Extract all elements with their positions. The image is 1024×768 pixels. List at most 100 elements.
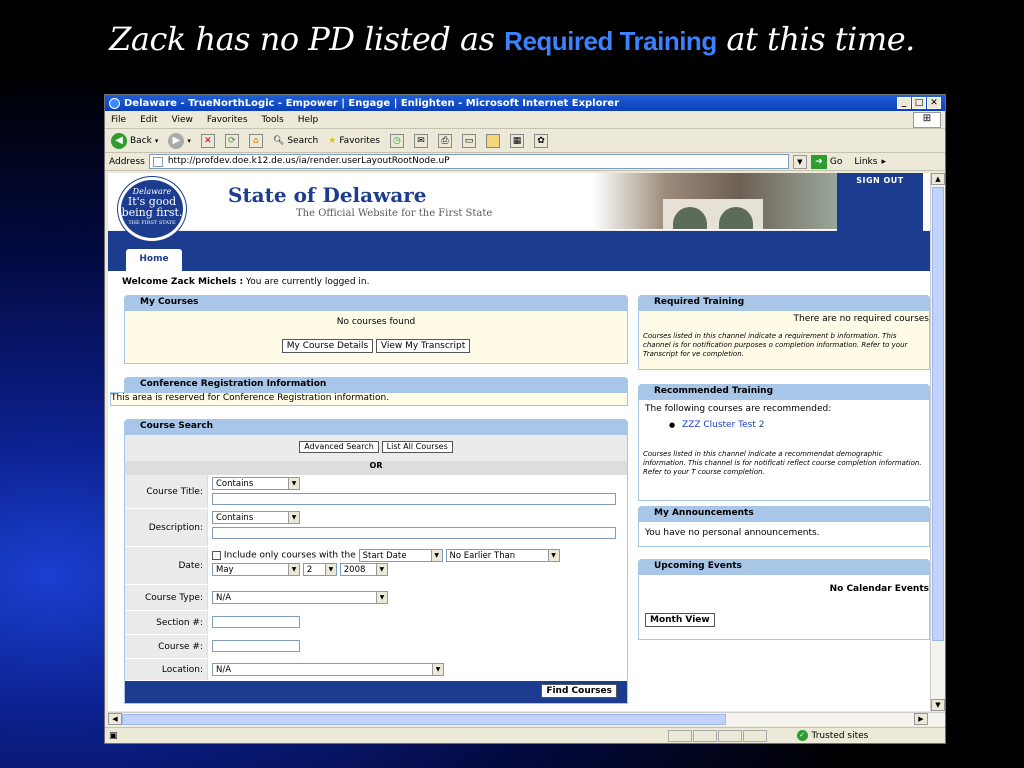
status-pane <box>667 729 692 742</box>
description-input[interactable] <box>212 527 616 539</box>
menu-help[interactable]: Help <box>298 115 319 125</box>
advanced-search-button[interactable]: Advanced Search <box>299 441 379 453</box>
find-courses-button[interactable]: Find Courses <box>541 684 617 698</box>
scroll-right-icon[interactable]: ▶ <box>914 713 928 725</box>
date-compare-select[interactable]: No Earlier Than ▼ <box>445 549 560 562</box>
year-value: 2008 <box>343 564 366 575</box>
section-input[interactable] <box>212 616 300 628</box>
scroll-left-icon[interactable]: ◀ <box>108 713 122 725</box>
course-number-input[interactable] <box>212 640 300 652</box>
address-dropdown-icon[interactable]: ▼ <box>792 154 807 169</box>
course-title-operator-select[interactable]: Contains ▼ <box>212 477 300 490</box>
menu-view[interactable]: View <box>172 115 193 125</box>
month-view-button[interactable]: Month View <box>645 613 715 627</box>
messenger-icon[interactable]: ✿ <box>533 133 548 148</box>
chevron-down-icon: ▼ <box>288 512 299 523</box>
favorites-button[interactable]: ★ Favorites <box>328 136 380 146</box>
location-row: Location: N/A ▼ <box>125 659 627 681</box>
day-select[interactable]: 2 ▼ <box>302 563 337 576</box>
description-operator-select[interactable]: Contains ▼ <box>212 511 300 524</box>
course-type-label: Course Type: <box>145 592 203 603</box>
links-label[interactable]: Links <box>854 157 877 167</box>
no-required-courses-text: There are no required courses <box>793 314 929 324</box>
links-menu-icon[interactable]: ▸ <box>881 157 886 167</box>
edit-icon[interactable]: ▭ <box>461 133 476 148</box>
browser-window: Delaware - TrueNorthLogic - Empower | En… <box>104 94 946 744</box>
research-icon[interactable]: ▦ <box>509 133 524 148</box>
date-include-checkbox[interactable] <box>212 550 221 560</box>
seal-line2: It's good being first. <box>121 195 183 219</box>
month-select[interactable]: May ▼ <box>212 563 300 576</box>
back-dropdown-icon[interactable]: ▾ <box>155 137 159 145</box>
checkmark-icon: ✓ <box>796 730 808 741</box>
view-transcript-button[interactable]: View My Transcript <box>375 339 471 353</box>
window-title: Delaware - TrueNorthLogic - Empower | En… <box>124 97 620 109</box>
course-title-input[interactable] <box>212 493 616 505</box>
menu-favorites[interactable]: Favorites <box>207 115 248 125</box>
chevron-down-icon: ▼ <box>288 478 299 489</box>
sign-out-button[interactable]: SIGN OUT <box>837 173 923 231</box>
history-icon[interactable]: ◷ <box>389 133 404 148</box>
menu-edit[interactable]: Edit <box>140 115 157 125</box>
vertical-scroll-thumb[interactable] <box>932 187 944 641</box>
my-course-details-button[interactable]: My Course Details <box>281 339 374 353</box>
slide-title-prefix: Zack has no PD listed as <box>109 20 505 58</box>
stop-icon[interactable]: ✕ <box>200 133 215 148</box>
slide-title: Zack has no PD listed as Required Traini… <box>0 20 1024 58</box>
recommended-training-note: Courses listed in this channel indicate … <box>643 450 922 476</box>
recommended-intro: The following courses are recommended: <box>645 404 832 414</box>
star-icon: ★ <box>328 135 337 146</box>
date-field-select[interactable]: Start Date ▼ <box>358 549 443 562</box>
announcements-header: My Announcements <box>638 506 930 521</box>
home-icon[interactable]: ⌂ <box>248 133 263 148</box>
mail-icon[interactable]: ✉ <box>413 133 428 148</box>
tab-home[interactable]: Home <box>126 249 182 271</box>
welcome-message: Welcome Zack Michels : You are currently… <box>108 271 930 293</box>
course-search-header: Course Search <box>124 419 628 434</box>
page-viewport: Delaware It's good being first. THE FIRS… <box>108 173 930 711</box>
scroll-up-icon[interactable]: ▲ <box>931 173 945 185</box>
location-select[interactable]: N/A ▼ <box>212 663 444 676</box>
go-button[interactable]: ➜ Go <box>810 154 842 169</box>
description-operator-value: Contains <box>216 512 254 523</box>
recommended-training-header: Recommended Training <box>638 384 930 399</box>
recommended-course-link[interactable]: ZZZ Cluster Test 2 <box>682 420 764 430</box>
course-type-select[interactable]: N/A ▼ <box>212 591 388 604</box>
forward-dropdown-icon[interactable]: ▾ <box>187 137 191 145</box>
refresh-icon[interactable]: ⟳ <box>224 133 239 148</box>
date-compare-value: No Earlier Than <box>449 550 516 561</box>
close-button[interactable]: ✕ <box>927 97 941 109</box>
slide-title-highlight: Required Training <box>504 26 717 56</box>
date-label: Date: <box>178 560 203 571</box>
horizontal-scroll-thumb[interactable] <box>122 714 726 725</box>
conference-body: This area is reserved for Conference Reg… <box>110 392 628 406</box>
required-training-header: Required Training <box>638 295 930 310</box>
search-button[interactable]: 🔍︎ Search <box>273 136 318 146</box>
status-pane <box>692 729 717 742</box>
section-row: Section #: <box>125 611 627 635</box>
address-input[interactable]: http://profdev.doe.k12.de.us/ia/render.u… <box>148 154 789 169</box>
required-training-channel: Required Training There are no required … <box>638 295 930 370</box>
course-search-body: Advanced Search List All Courses OR Cour… <box>124 434 628 704</box>
back-button[interactable]: ◀ Back ▾ <box>111 132 159 149</box>
menu-file[interactable]: File <box>111 115 126 125</box>
print-icon[interactable]: ⎙ <box>437 133 452 148</box>
course-type-row: Course Type: N/A ▼ <box>125 585 627 611</box>
minimize-button[interactable]: _ <box>897 97 911 109</box>
menu-tools[interactable]: Tools <box>262 115 284 125</box>
chevron-down-icon: ▼ <box>288 564 299 575</box>
scroll-down-icon[interactable]: ▼ <box>931 699 945 711</box>
horizontal-scrollbar[interactable]: ◀ ▶ <box>108 712 945 726</box>
or-separator: OR <box>125 461 627 475</box>
year-select[interactable]: 2008 ▼ <box>339 563 388 576</box>
course-title-row: Course Title: Contains ▼ <box>125 475 627 509</box>
vertical-scrollbar[interactable]: ▲ ▼ <box>930 173 945 711</box>
maximize-button[interactable]: □ <box>912 97 926 109</box>
forward-button[interactable]: ▶ ▾ <box>168 132 191 149</box>
security-zone-label: Trusted sites <box>811 730 869 741</box>
recommended-list-item: ● ZZZ Cluster Test 2 <box>639 418 929 430</box>
list-all-courses-button[interactable]: List All Courses <box>381 441 453 453</box>
folder-icon[interactable] <box>485 133 500 148</box>
section-label: Section #: <box>156 617 203 628</box>
announcements-channel: My Announcements You have no personal an… <box>638 506 930 547</box>
